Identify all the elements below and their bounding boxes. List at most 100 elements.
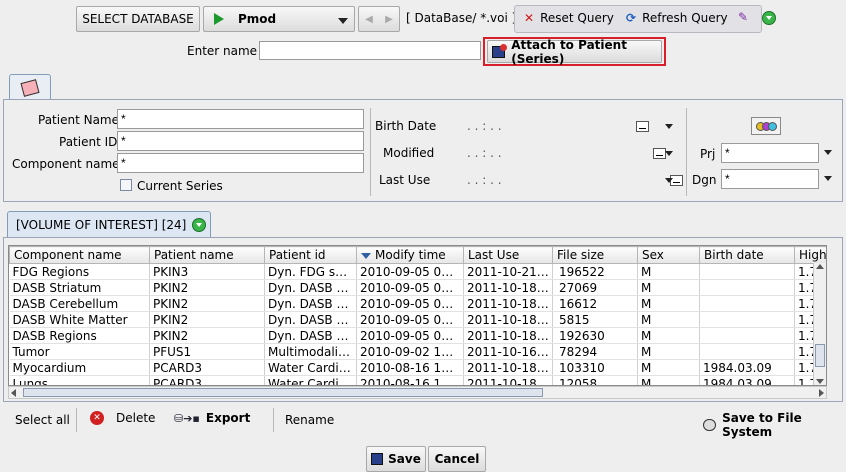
table-cell: Myocardium (9, 359, 150, 376)
enter-name-input[interactable] (259, 41, 481, 60)
table-row[interactable]: FDG Regions PKIN3 Dyn. FDG sca... 2010-09-0… (9, 263, 826, 280)
column-header-high[interactable]: High (794, 246, 826, 264)
attach-to-patient-button[interactable]: Attach to Patient (Series) (487, 37, 662, 66)
table-row[interactable]: DASB Cerebellum PKIN2 Dyn. DASB wit... 2010… (9, 295, 826, 312)
scroll-up-icon[interactable] (816, 264, 824, 269)
table-cell: 2010-08-16 16:4... (356, 375, 464, 385)
database-selector[interactable]: Pmod (203, 6, 355, 32)
last-use-value[interactable]: . . : . . (467, 173, 502, 187)
select-database-button[interactable]: SELECT DATABASE (76, 6, 200, 32)
last-use-label: Last Use (379, 173, 431, 187)
last-use-dropdown-icon[interactable] (665, 178, 673, 183)
birth-date-dropdown-icon[interactable] (665, 124, 673, 129)
attach-icon (492, 43, 508, 58)
current-series-label: Current Series (137, 179, 223, 193)
multi-select-icon[interactable] (751, 117, 781, 135)
delete-button[interactable]: ✕ Delete (90, 411, 155, 425)
horizontal-scroll-thumb[interactable] (23, 388, 543, 397)
dgn-label: Dgn (692, 173, 717, 187)
column-header-file-size[interactable]: File size (552, 246, 638, 264)
next-icon[interactable]: ▶ (385, 14, 393, 25)
current-series-checkbox[interactable] (120, 179, 132, 191)
table-cell: DASB Striatum (9, 279, 150, 296)
table-cell: M (637, 375, 700, 385)
birth-date-value[interactable]: . . : . . (467, 119, 502, 133)
expand-results-icon[interactable] (192, 218, 207, 232)
scroll-left-icon[interactable] (11, 389, 16, 397)
table-cell: PFUS1 (149, 343, 265, 360)
table-cell: 5815 (552, 311, 638, 328)
database-name: Pmod (238, 12, 277, 26)
scroll-right-icon[interactable] (819, 389, 824, 397)
rename-button[interactable]: Rename (285, 413, 334, 427)
patient-id-label: Patient ID (59, 135, 118, 149)
previous-icon[interactable]: ◀ (365, 14, 373, 25)
table-row[interactable]: DASB White Matter PKIN2 Dyn. DASB wit... 20… (9, 311, 826, 328)
modified-clear-icon[interactable] (652, 148, 666, 159)
table-cell: 2010-09-05 09:3... (356, 263, 464, 280)
prj-input[interactable] (721, 143, 819, 163)
table-cell: 78294 (552, 343, 638, 360)
disk-icon (703, 419, 717, 431)
brush-icon[interactable]: ✎ (738, 10, 748, 24)
horizontal-scrollbar[interactable] (8, 386, 827, 399)
select-all-button[interactable]: Select all (15, 413, 70, 427)
refresh-icon: ⟳ (626, 11, 637, 25)
table-cell: PKIN2 (149, 295, 265, 312)
prj-dropdown-icon[interactable] (824, 150, 832, 155)
vertical-scroll-thumb[interactable] (815, 344, 825, 367)
results-table-container: Component name Patient name Patient id M… (8, 245, 827, 386)
table-cell: 2010-09-02 13:4... (356, 343, 464, 360)
modified-value[interactable]: . . : . . (467, 146, 502, 160)
table-cell: Water Cardiac... (264, 359, 357, 376)
column-header-birth-date[interactable]: Birth date (699, 246, 795, 264)
table-cell (699, 263, 795, 280)
scroll-down-icon[interactable] (816, 379, 824, 384)
prj-label: Prj (700, 147, 716, 161)
column-header-sex[interactable]: Sex (637, 246, 700, 264)
table-cell: Dyn. DASB wit... (264, 311, 357, 328)
table-row[interactable]: Tumor PFUS1 Multimodality ... 2010-09-02 13… (9, 343, 826, 360)
export-button[interactable]: ⛁➔▪ Export (174, 411, 250, 425)
table-row[interactable]: Lungs PCARD3 Water Cardiac... 2010-08-16 16… (9, 375, 826, 385)
delete-label: Delete (116, 411, 156, 425)
reset-query-button[interactable]: ✕ Reset Query (524, 11, 614, 25)
table-cell: 2011-10-16 1... (463, 343, 553, 360)
column-header-patient-id[interactable]: Patient id (264, 246, 357, 264)
table-cell: M (637, 359, 700, 376)
dgn-dropdown-icon[interactable] (824, 176, 832, 181)
patient-name-input[interactable] (117, 109, 364, 129)
column-header-modify-time[interactable]: Modify time (356, 246, 464, 264)
modified-dropdown-icon[interactable] (665, 151, 673, 156)
attach-label: Attach to Patient (Series) (511, 37, 627, 66)
close-icon: ✕ (524, 11, 535, 25)
component-name-input[interactable] (117, 153, 364, 173)
table-cell: 2010-09-05 09:3... (356, 327, 464, 344)
table-cell: Tumor (9, 343, 150, 360)
table-cell: 2011-10-18 1... (463, 327, 553, 344)
table-row[interactable]: DASB Striatum PKIN2 Dyn. DASB wit... 2010-0… (9, 279, 826, 296)
column-header-last-use[interactable]: Last Use (463, 246, 553, 264)
table-cell: 2010-09-05 09:3... (356, 279, 464, 296)
birth-date-clear-icon[interactable] (636, 121, 649, 132)
cancel-button[interactable]: Cancel (428, 446, 486, 472)
table-cell: DASB Regions (9, 327, 150, 344)
table-cell: 2011-10-21 1... (463, 263, 553, 280)
query-tab[interactable] (9, 74, 51, 100)
dgn-input[interactable] (721, 169, 819, 189)
table-cell: PCARD3 (149, 375, 265, 385)
table-cell (699, 311, 795, 328)
table-row[interactable]: DASB Regions PKIN2 Dyn. DASB wit... 2010-09… (9, 327, 826, 344)
save-to-file-system-label: Save to File System (722, 411, 802, 439)
save-button[interactable]: Save (366, 446, 426, 472)
vertical-scrollbar[interactable] (813, 263, 826, 385)
reset-query-label: Reset Query (540, 11, 614, 25)
table-row[interactable]: Myocardium PCARD3 Water Cardiac... 2010-08-… (9, 359, 826, 376)
save-to-file-system-button[interactable]: Save to File System (703, 411, 846, 439)
refresh-query-button[interactable]: ⟳ Refresh Query (626, 11, 728, 25)
expand-options-icon[interactable] (762, 11, 776, 25)
column-header-patient-name[interactable]: Patient name (149, 246, 265, 264)
results-tab[interactable]: [VOLUME OF INTEREST] [24] (7, 211, 211, 238)
patient-id-input[interactable] (117, 131, 364, 151)
column-header-component-name[interactable]: Component name (9, 246, 150, 264)
